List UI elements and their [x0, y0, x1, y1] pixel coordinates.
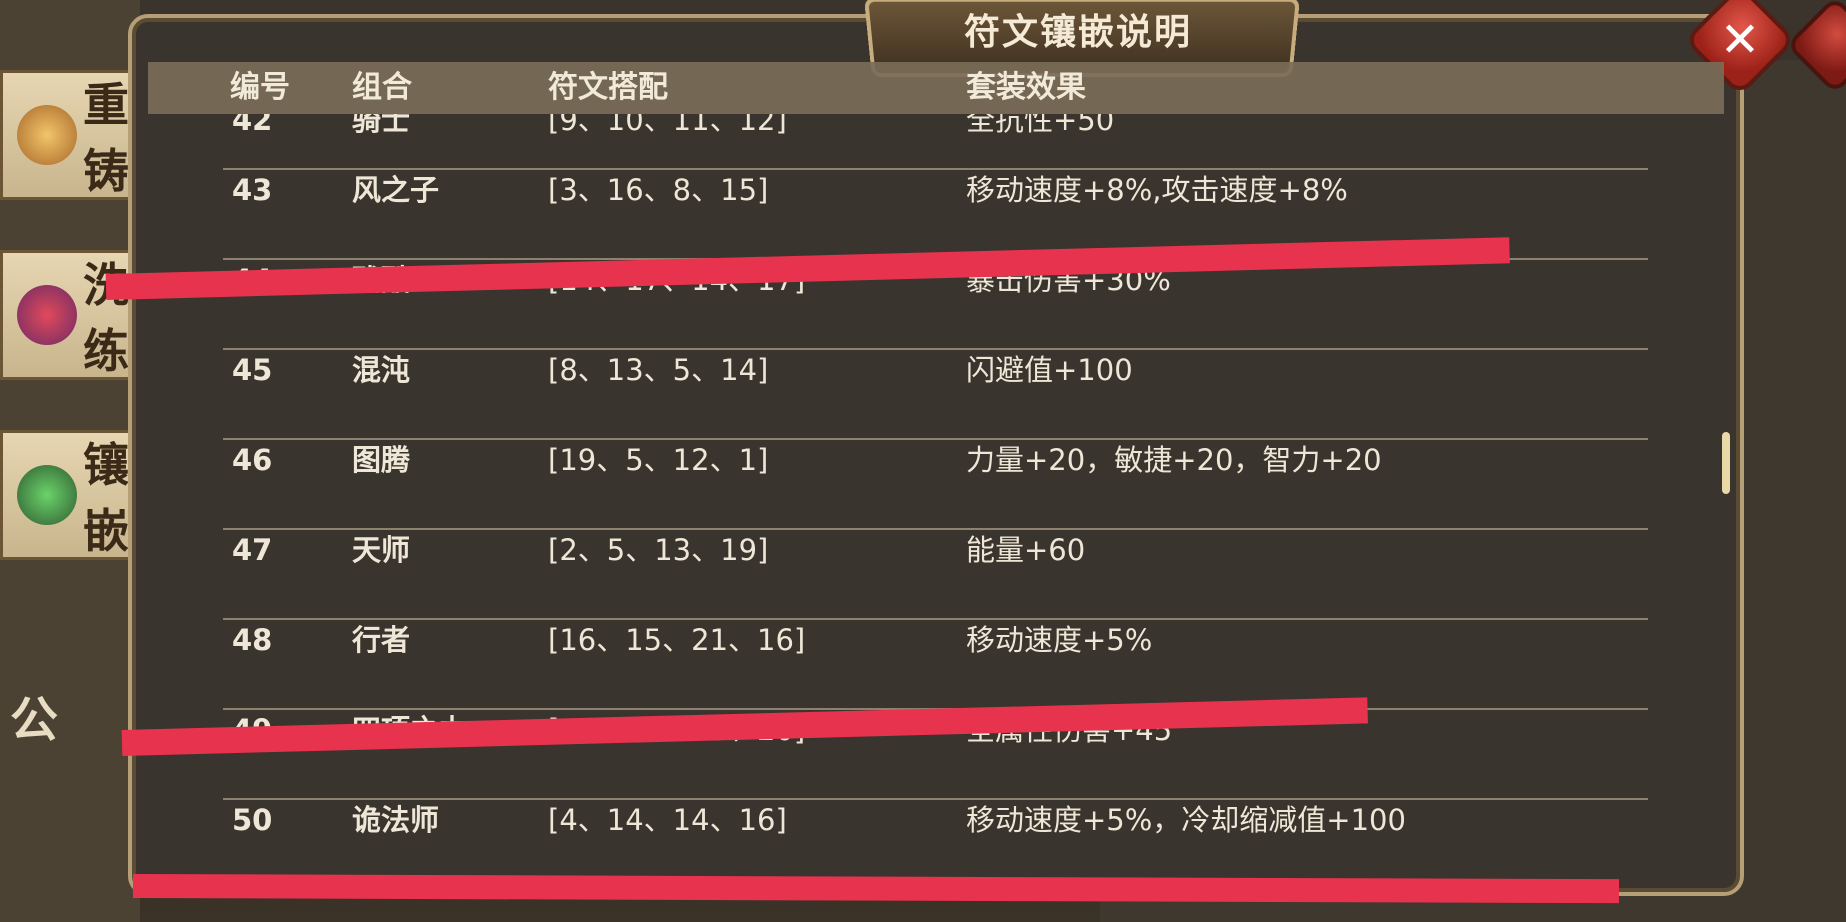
- header-rune-set: 符文搭配: [548, 70, 668, 105]
- row-set-effect: 移动速度+5%: [966, 623, 1153, 657]
- row-combination: 天师: [352, 533, 411, 567]
- row-rune-set: [16、15、21、16]: [548, 623, 806, 657]
- row-divider: [223, 348, 1648, 350]
- row-combination: 风之子: [352, 173, 440, 207]
- row-divider: [223, 438, 1648, 440]
- header-combination: 组合: [352, 70, 412, 105]
- header-set-effect: 套装效果: [966, 70, 1086, 105]
- row-combination: 混沌: [352, 353, 411, 387]
- row-divider: [223, 528, 1648, 530]
- row-combination: 行者: [352, 623, 411, 657]
- row-id: 47: [232, 533, 273, 567]
- row-combination: 图腾: [352, 443, 411, 477]
- row-combination: 诡法师: [352, 803, 440, 837]
- refine-icon: [17, 285, 77, 345]
- row-id: 45: [232, 353, 273, 387]
- row-id: 43: [232, 173, 273, 207]
- dialog-title: 符文镶嵌说明: [963, 11, 1192, 53]
- row-rune-set: [4、14、14、16]: [548, 803, 787, 837]
- row-id: 48: [232, 623, 273, 657]
- row-divider: [223, 618, 1648, 620]
- row-rune-set: [3、16、8、15]: [548, 173, 769, 207]
- row-set-effect: 力量+20，敏捷+20，智力+20: [966, 443, 1382, 477]
- row-set-effect: 能量+60: [966, 533, 1086, 567]
- row-rune-set: [8、13、5、14]: [548, 353, 769, 387]
- inlay-icon: [17, 465, 77, 525]
- reforge-icon: [17, 105, 77, 165]
- scrollbar-thumb[interactable]: [1722, 432, 1730, 494]
- row-rune-set: [19、5、12、1]: [548, 443, 769, 477]
- header-id: 编号: [230, 70, 290, 105]
- row-set-effect: 移动速度+8%,攻击速度+8%: [966, 173, 1348, 207]
- row-set-effect: 闪避值+100: [966, 353, 1133, 387]
- announcement-label[interactable]: 公: [10, 680, 58, 750]
- row-id: 50: [232, 803, 273, 837]
- row-rune-set: [2、5、13、19]: [548, 533, 769, 567]
- row-set-effect: 移动速度+5%，冷却缩减值+100: [966, 803, 1406, 837]
- row-id: 46: [232, 443, 273, 477]
